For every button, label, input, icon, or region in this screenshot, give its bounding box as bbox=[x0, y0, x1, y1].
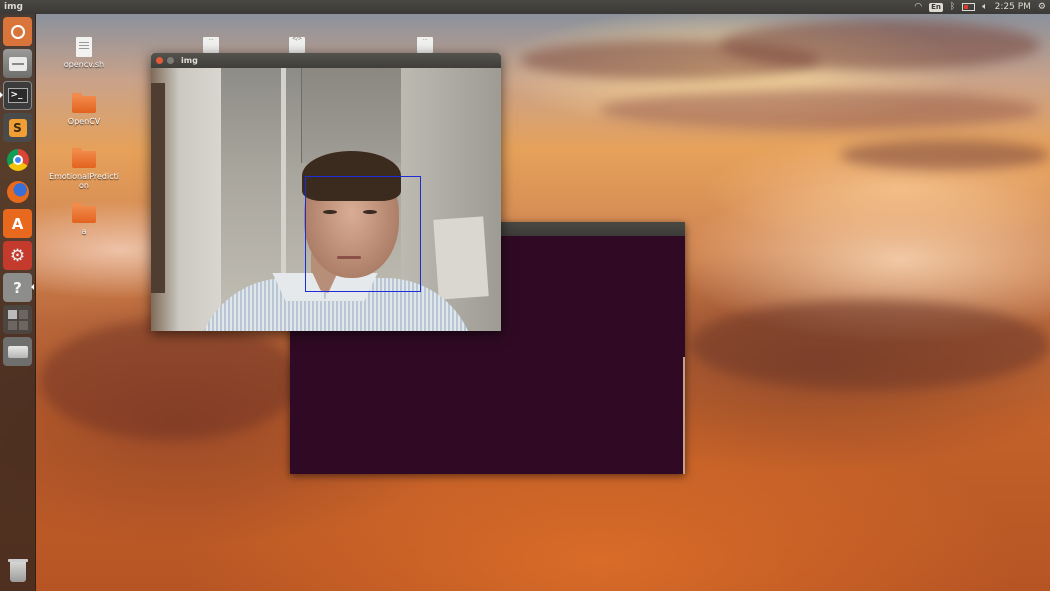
desktop-icon-opencv[interactable]: OpenCV bbox=[49, 93, 119, 126]
close-icon[interactable] bbox=[156, 57, 163, 64]
help-icon: ? bbox=[13, 278, 22, 297]
launcher-dash[interactable] bbox=[3, 17, 32, 46]
terminal-window-edge bbox=[683, 357, 685, 474]
minimize-icon[interactable] bbox=[167, 57, 174, 64]
launcher-files[interactable] bbox=[3, 49, 32, 78]
sublime-text-icon: S bbox=[8, 118, 27, 137]
desktop-icon-label: OpenCV bbox=[67, 117, 101, 126]
desktop-icon-label: EmotionalPrediction bbox=[49, 172, 119, 190]
launcher-system-settings[interactable]: ⚙ bbox=[3, 241, 32, 270]
desktop-icon-partial[interactable]: </> bbox=[289, 37, 305, 53]
img-window-titlebar[interactable]: img bbox=[151, 53, 501, 68]
desktop-icon-partial[interactable]: ... bbox=[203, 37, 219, 53]
img-window[interactable]: img bbox=[151, 53, 501, 331]
desktop-icon-label: opencv.sh bbox=[63, 60, 105, 69]
launcher-firefox[interactable] bbox=[3, 177, 32, 206]
software-center-icon: A bbox=[11, 214, 24, 233]
workspaces-icon bbox=[7, 309, 28, 330]
desktop-icon-a[interactable]: a bbox=[49, 203, 119, 236]
launcher-help[interactable]: ? bbox=[3, 273, 32, 302]
terminal-icon: >_ bbox=[7, 88, 28, 103]
desktop-icon-partial[interactable]: ... bbox=[417, 37, 433, 53]
firefox-icon bbox=[6, 180, 29, 203]
battery-icon[interactable] bbox=[962, 3, 976, 11]
chrome-icon bbox=[6, 148, 29, 171]
gear-icon[interactable]: ⚙ bbox=[1038, 0, 1046, 14]
cam-paper bbox=[433, 216, 489, 300]
folder-icon bbox=[72, 93, 96, 113]
active-app-title: img bbox=[4, 2, 23, 12]
wifi-icon[interactable]: ◠ bbox=[914, 0, 922, 14]
settings-icon: ⚙ bbox=[9, 245, 26, 266]
folder-icon bbox=[72, 203, 96, 223]
file-icon bbox=[76, 37, 92, 57]
wallpaper-cloud bbox=[840, 140, 1050, 170]
cam-cabinet bbox=[301, 68, 412, 163]
clock[interactable]: 2:25 PM bbox=[995, 0, 1031, 14]
desktop-icon-emotionalprediction[interactable]: EmotionalPrediction bbox=[49, 148, 119, 190]
launcher-software-center[interactable]: A bbox=[3, 209, 32, 238]
desktop-icon-label: a bbox=[81, 227, 87, 236]
files-icon bbox=[8, 56, 27, 71]
active-indicator bbox=[31, 284, 34, 290]
bluetooth-icon[interactable]: ᛒ bbox=[950, 0, 955, 14]
launcher: >_ S A ⚙ ? bbox=[0, 14, 36, 591]
top-panel: img ◠ En ᛒ 🔈︎ 2:25 PM ⚙ bbox=[0, 0, 1050, 14]
window-title: img bbox=[181, 56, 198, 65]
drive-icon bbox=[7, 345, 28, 358]
face-detection-box bbox=[305, 176, 421, 292]
wallpaper-mountain bbox=[40, 320, 300, 440]
folder-icon bbox=[72, 148, 96, 168]
volume-icon[interactable]: 🔈︎ bbox=[982, 0, 987, 14]
trash-icon bbox=[7, 558, 28, 582]
desktop-icon-opencv-sh[interactable]: opencv.sh bbox=[49, 37, 119, 69]
cam-door-frame bbox=[151, 83, 165, 293]
launcher-chrome[interactable] bbox=[3, 145, 32, 174]
launcher-terminal[interactable]: >_ bbox=[3, 81, 32, 110]
wallpaper-mountain bbox=[690, 300, 1050, 390]
ubuntu-logo-icon bbox=[10, 24, 25, 39]
wallpaper-cloud bbox=[600, 90, 1040, 130]
launcher-sublime-text[interactable]: S bbox=[3, 113, 32, 142]
launcher-drive[interactable] bbox=[3, 337, 32, 366]
camera-frame bbox=[151, 68, 501, 331]
system-tray: ◠ En ᛒ 🔈︎ 2:25 PM ⚙ bbox=[914, 0, 1046, 14]
launcher-trash[interactable] bbox=[3, 557, 32, 586]
launcher-workspaces[interactable] bbox=[3, 305, 32, 334]
running-indicator bbox=[0, 92, 3, 98]
wallpaper-cloud bbox=[720, 20, 1040, 70]
keyboard-layout-indicator[interactable]: En bbox=[929, 2, 943, 12]
